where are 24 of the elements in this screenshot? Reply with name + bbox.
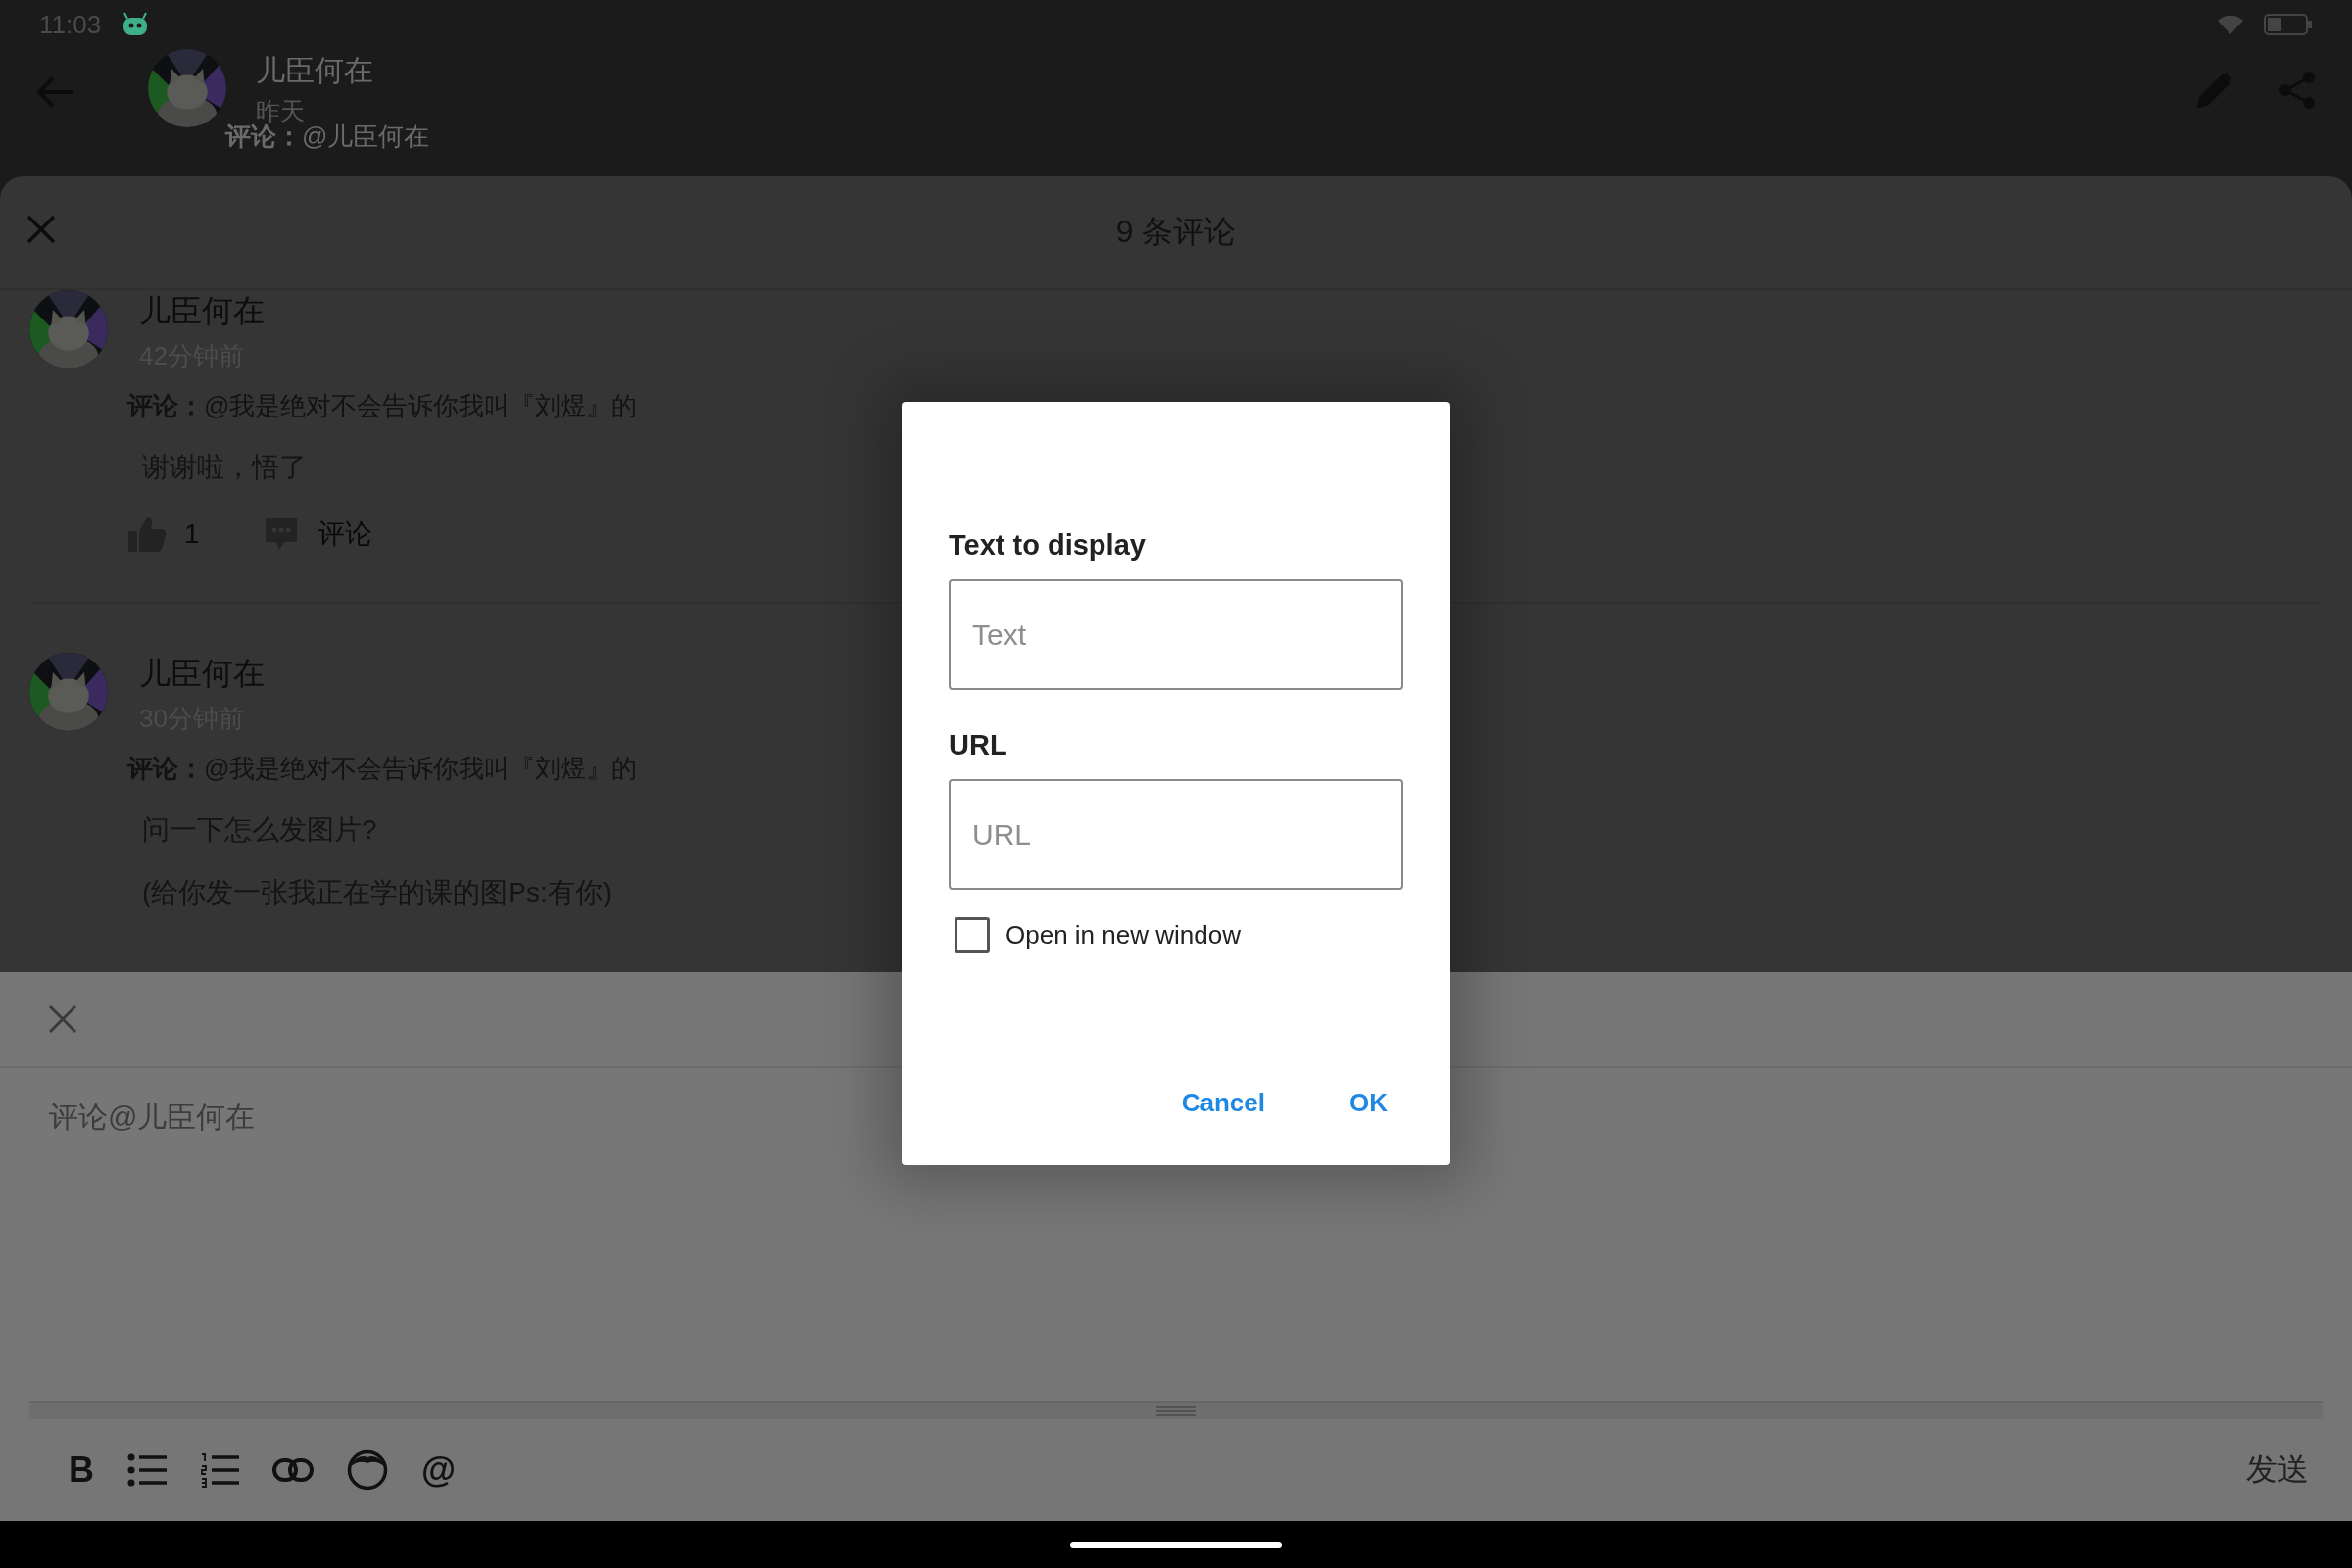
send-button[interactable]: 发送 <box>2246 1448 2309 1492</box>
link-icon[interactable] <box>272 1458 314 1482</box>
drag-handle-icon[interactable] <box>1156 1406 1196 1416</box>
numbered-list-icon[interactable] <box>200 1452 239 1488</box>
format-button[interactable]: B <box>69 1449 94 1491</box>
dialog-button[interactable]: Cancel <box>1181 1088 1265 1118</box>
close-icon[interactable] <box>47 1004 78 1035</box>
field-label: URL <box>949 729 1008 761</box>
format-button[interactable]: @ <box>421 1449 457 1491</box>
comment-target: 评论：@儿臣何在 <box>225 122 430 153</box>
wifi-icon <box>2217 14 2244 35</box>
field-label: Text to display <box>949 529 1147 562</box>
checkbox[interactable] <box>955 917 990 953</box>
dialog-button[interactable]: OK <box>1349 1088 1388 1118</box>
input-field[interactable]: Text <box>949 579 1403 690</box>
face-icon[interactable] <box>347 1449 388 1491</box>
post-date: 昨天 <box>256 96 306 124</box>
close-icon[interactable] <box>25 214 57 245</box>
input-field[interactable]: URL <box>949 779 1403 890</box>
battery-icon <box>2264 13 2313 36</box>
author-name: 儿臣何在 <box>256 53 373 88</box>
home-indicator[interactable] <box>1070 1541 1282 1548</box>
checkbox-label: Open in new window <box>1005 919 1241 951</box>
bullet-list-icon[interactable] <box>127 1453 167 1487</box>
